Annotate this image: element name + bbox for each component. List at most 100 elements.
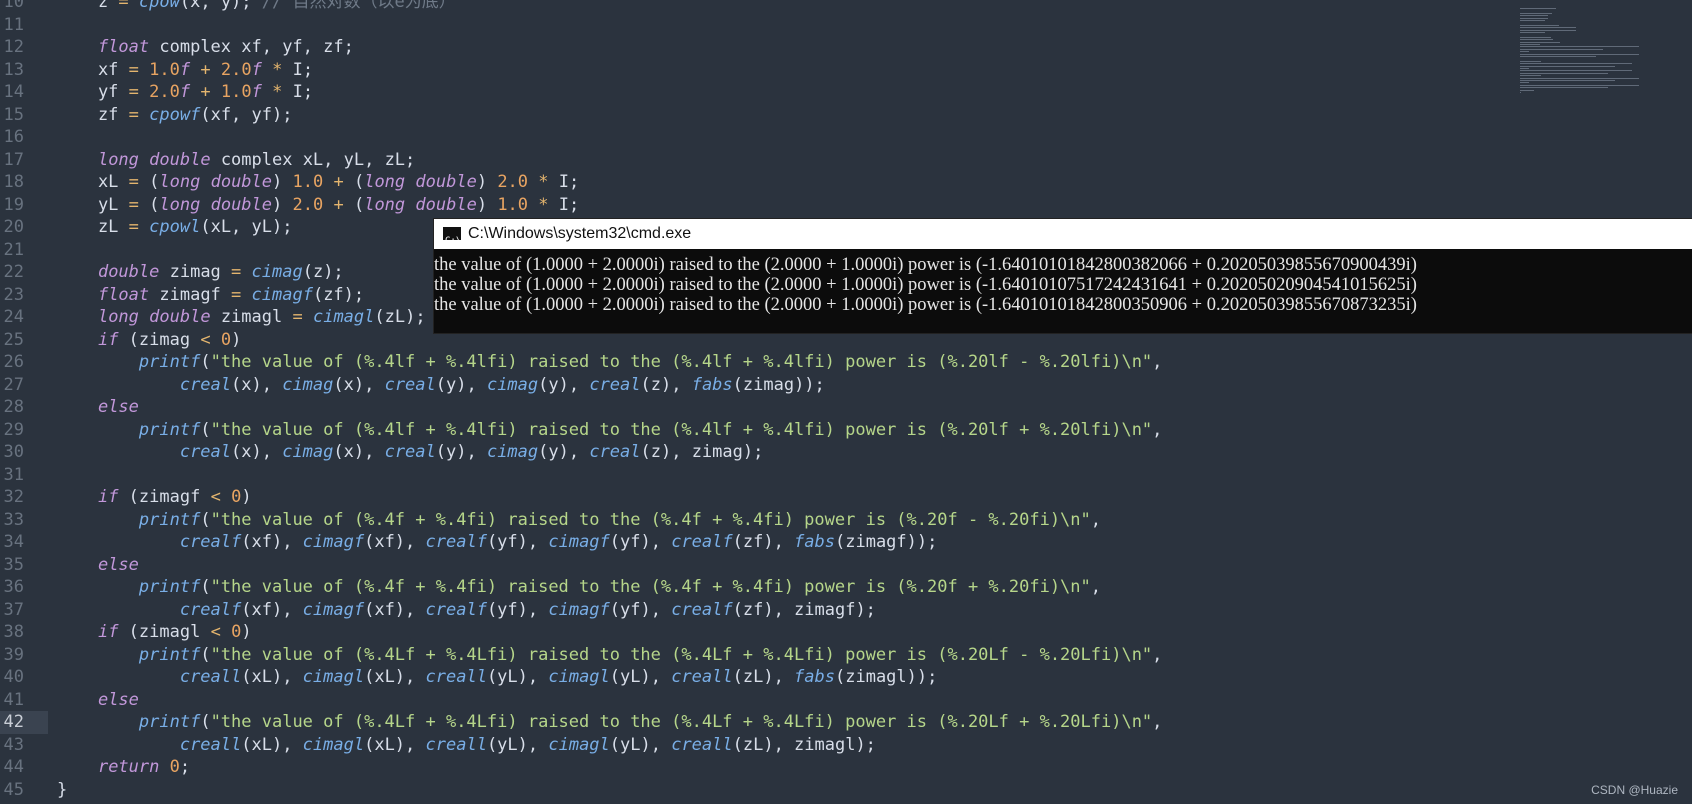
line-number: 11: [3, 14, 24, 35]
code-token: (: [200, 644, 211, 665]
code-text: }: [57, 779, 67, 802]
code-token: =: [128, 172, 139, 192]
code-token: +: [200, 82, 211, 102]
code-token: zimag: [159, 262, 232, 282]
code-token: "the value of (%.4lf + %.4lfi) raised to…: [210, 419, 1153, 440]
line-number: 12: [3, 37, 24, 57]
line-number: 42: [3, 712, 24, 732]
code-token: zimagf: [149, 284, 232, 305]
code-token: 0: [169, 757, 180, 777]
code-token: if: [97, 329, 119, 350]
cmd-output-line: the value of (1.0000 + 2.0000i) raised t…: [434, 295, 1417, 315]
code-token: printf: [138, 352, 201, 372]
code-token: (xL),: [241, 667, 303, 687]
code-token: (zimag: [118, 329, 201, 350]
code-token: 0: [231, 622, 242, 642]
code-token: ): [272, 172, 293, 192]
code-token: (xf),: [241, 532, 303, 552]
code-token: crealf: [425, 532, 487, 552]
cmd-icon-label: C:\: [445, 236, 462, 246]
cmd-title-bar[interactable]: C:\ C:\Windows\system32\cmd.exe: [434, 219, 1692, 249]
minimap-line: [1520, 63, 1633, 65]
code-text: printf("the value of (%.4Lf + %.4Lfi) ra…: [57, 711, 1163, 734]
code-token: "the value of (%.4lf + %.4lfi) raised to…: [210, 352, 1153, 372]
code-token: 1.0: [292, 172, 324, 192]
minimap-line: [1520, 72, 1608, 74]
code-token: (yf),: [486, 532, 549, 552]
code-token: ): [272, 194, 293, 215]
code-text: creall(xL), cimagl(xL), creall(yL), cima…: [57, 734, 876, 757]
code-token: double: [149, 307, 211, 327]
line-number: 26: [3, 352, 24, 372]
code-token: "the value of (%.4f + %.4fi) raised to t…: [210, 509, 1091, 530]
code-token: cimagl: [302, 667, 365, 687]
code-token: long: [364, 172, 406, 192]
code-token: cimagl: [302, 734, 365, 755]
code-token: cimagf: [548, 599, 610, 620]
code-token: "the value of (%.4f + %.4fi) raised to t…: [210, 577, 1091, 597]
code-token: creall: [179, 734, 242, 755]
code-token: 1.0: [497, 194, 529, 215]
code-token: creal: [384, 442, 436, 462]
code-token: double: [415, 172, 477, 192]
line-number: 43: [3, 734, 24, 755]
code-token: <: [210, 622, 221, 642]
code-text: yL = (long double) 2.0 + (long double) 1…: [57, 194, 579, 217]
code-token: (y),: [435, 442, 487, 462]
line-number: 36: [3, 577, 24, 597]
code-token: yf: [57, 82, 129, 102]
code-token: (xL),: [364, 734, 426, 755]
code-token: cimagl: [548, 667, 610, 687]
minimap[interactable]: [1520, 0, 1650, 110]
code-token: ,: [1152, 712, 1163, 732]
code-token: f: [179, 59, 191, 80]
code-token: (zf),: [732, 532, 795, 552]
code-text: else: [57, 689, 139, 712]
code-token: ): [476, 194, 498, 215]
code-token: (xf),: [241, 599, 303, 620]
cmd-title: C:\Windows\system32\cmd.exe: [468, 225, 692, 242]
line-number: 15: [3, 104, 24, 125]
code-text: float complex xf, yf, zf;: [57, 36, 354, 59]
code-token: zL: [57, 217, 129, 237]
code-token: 1.0: [220, 82, 252, 102]
code-token: 1.0: [149, 59, 180, 80]
code-token: =: [118, 0, 129, 12]
code-token: (xf, yf);: [200, 104, 293, 125]
code-token: double: [210, 194, 273, 215]
code-token: yL: [57, 194, 129, 215]
code-text: printf("the value of (%.4f + %.4fi) rais…: [57, 576, 1101, 599]
code-token: else: [97, 689, 139, 710]
code-token: (zimagf: [118, 487, 211, 507]
code-token: f: [251, 82, 262, 102]
minimap-line: [1520, 24, 1559, 26]
code-token: creal: [589, 374, 641, 395]
line-number: 21: [3, 239, 24, 260]
code-token: 0: [231, 487, 242, 507]
code-token: creal: [589, 442, 641, 462]
code-token: (xL, yL);: [200, 217, 293, 237]
minimap-line: [1520, 51, 1529, 53]
code-token: ,: [1152, 419, 1163, 440]
code-token: printf: [138, 577, 201, 597]
code-token: cpowl: [149, 217, 201, 237]
code-token: float: [97, 37, 150, 57]
code-token: (: [343, 194, 365, 215]
code-editor[interactable]: 10 z = cpow(x, y); // 自然对数（以e为底） 11 12 flo…: [0, 0, 1692, 804]
minimap-line: [1520, 92, 1522, 93]
code-token: (x, y);: [179, 0, 262, 12]
cmd-window[interactable]: C:\ C:\Windows\system32\cmd.exe the valu…: [434, 219, 1692, 333]
minimap-line: [1520, 56, 1596, 57]
